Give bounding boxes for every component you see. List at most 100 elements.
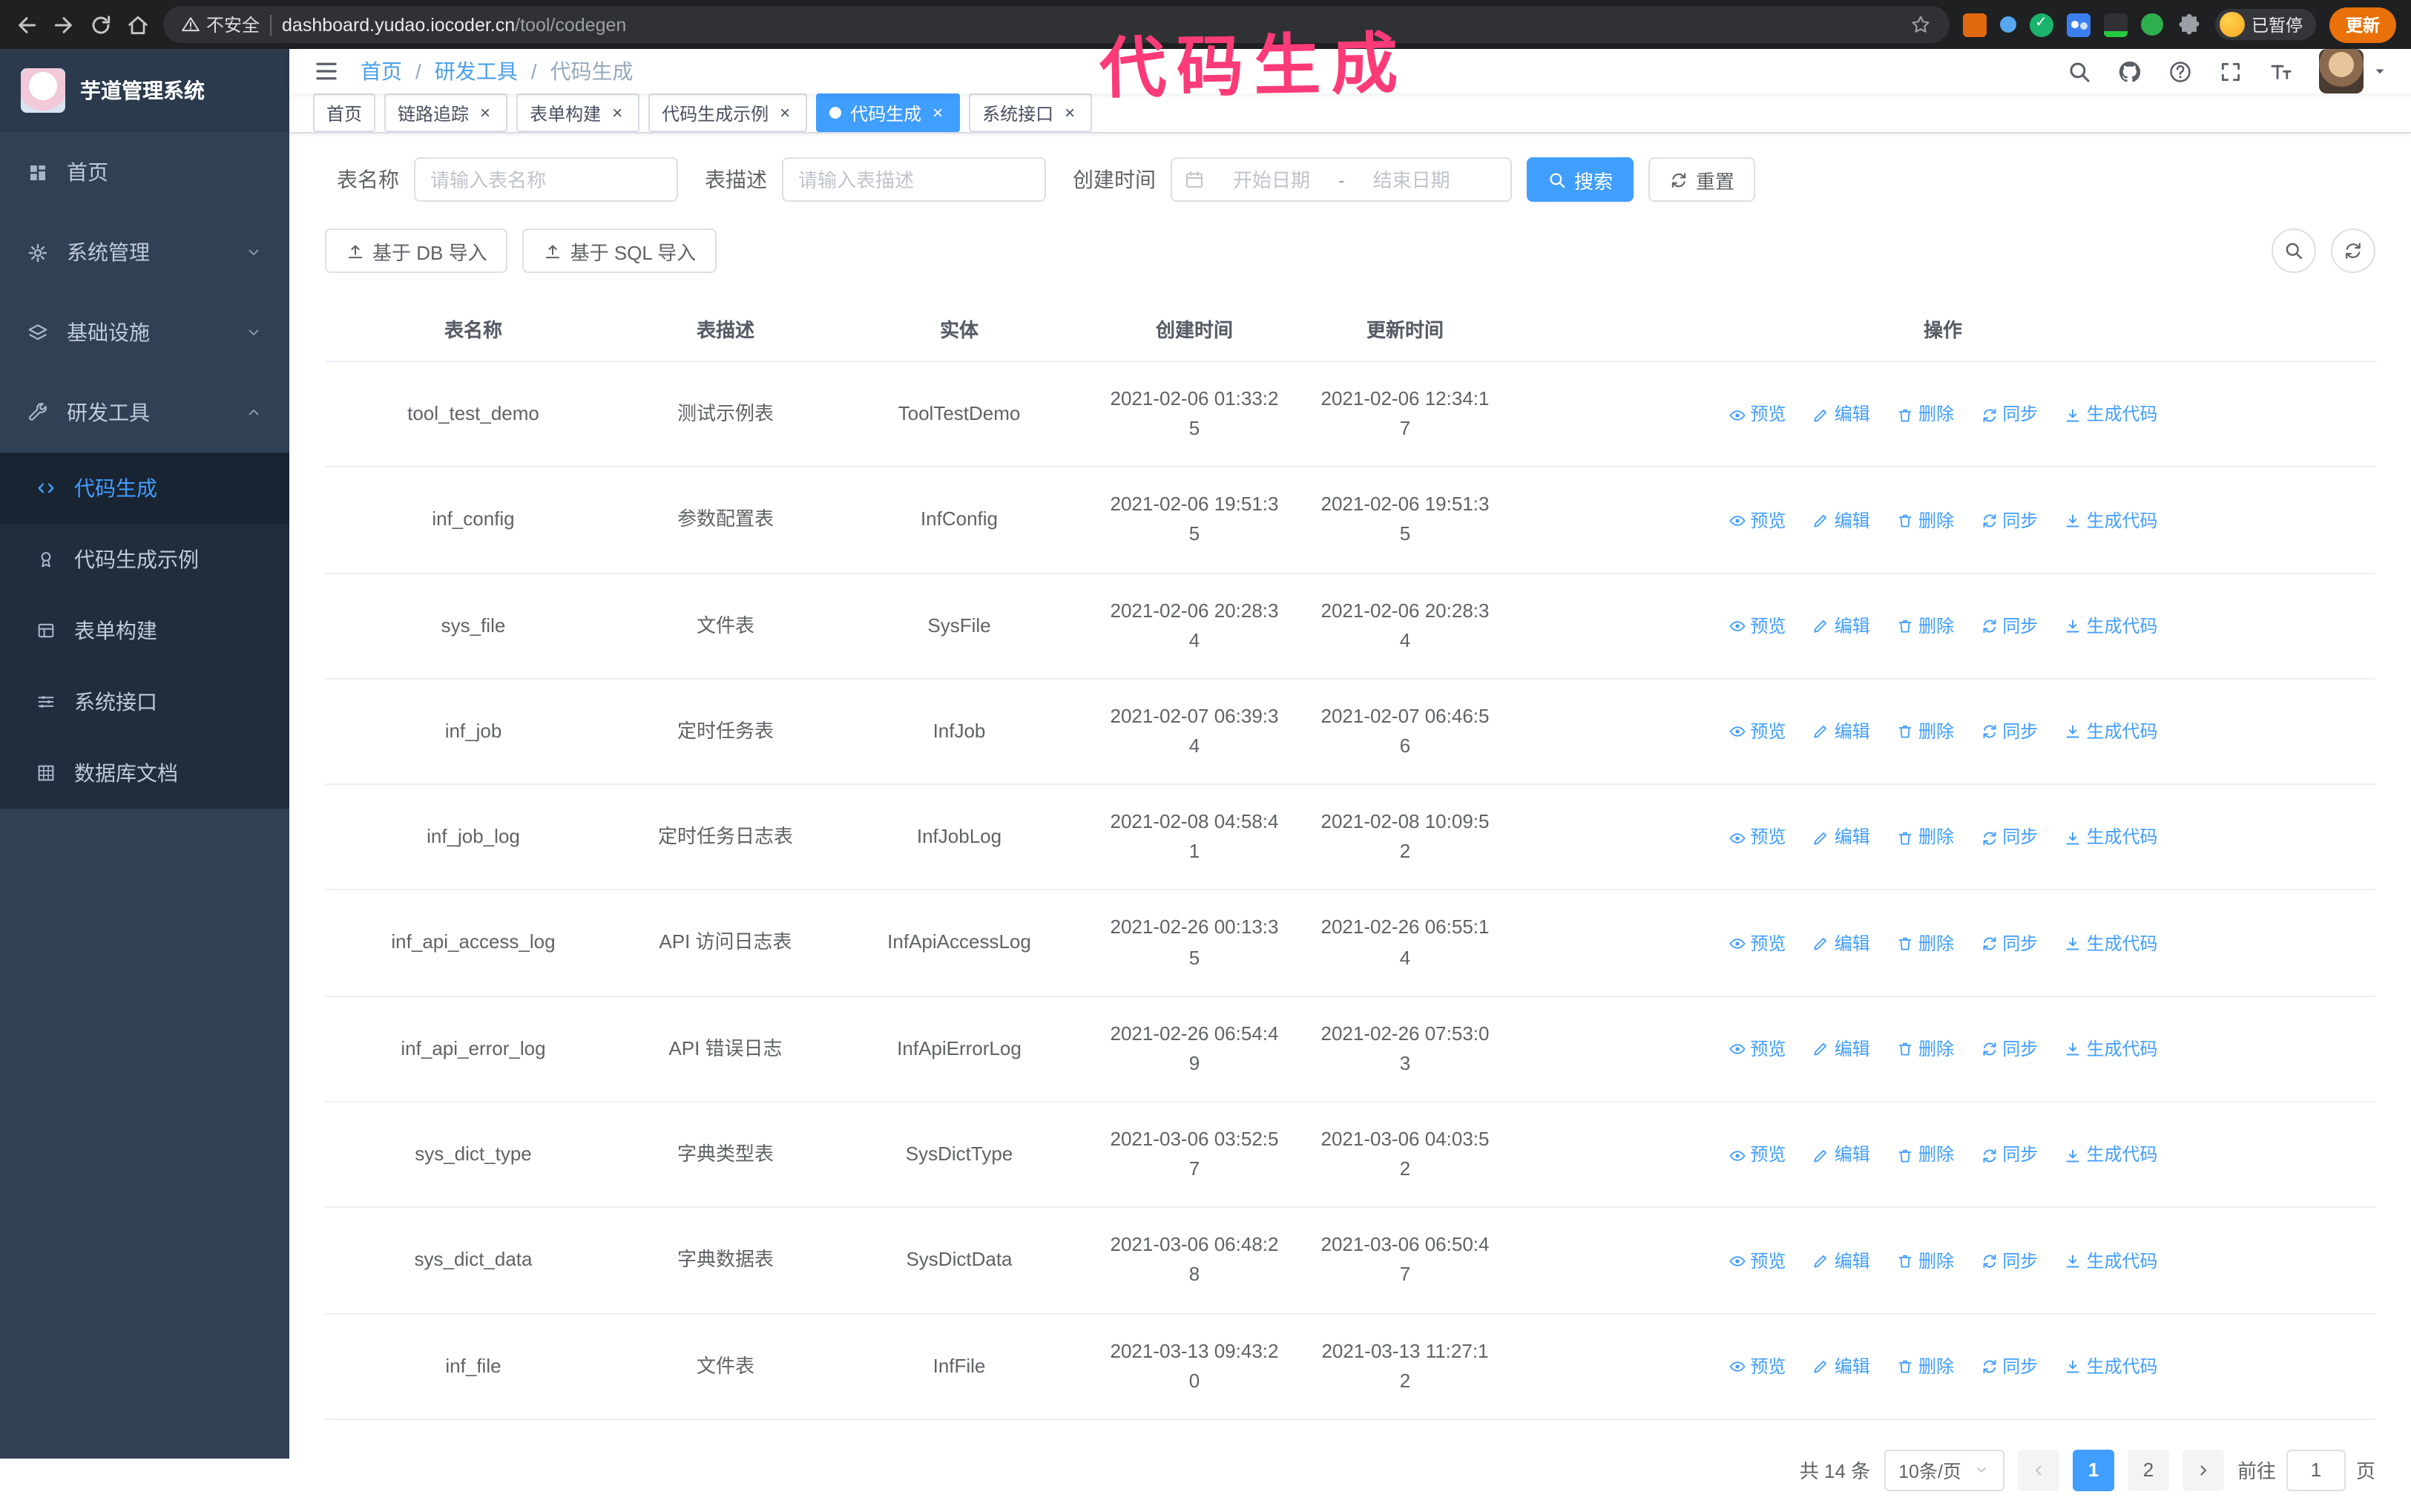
page-button-1[interactable]: 1 [2072,1449,2114,1491]
generate-code-link[interactable]: 生成代码 [2065,1353,2158,1381]
preview-link[interactable]: 预览 [1728,613,1786,640]
search-button[interactable]: 搜索 [1527,157,1634,202]
edit-link[interactable]: 编辑 [1812,1036,1870,1063]
close-icon[interactable] [929,104,947,122]
generate-code-link[interactable]: 生成代码 [2065,401,2158,429]
preview-link[interactable]: 预览 [1728,507,1786,534]
bookmark-star-icon[interactable] [1909,13,1931,36]
date-range-picker[interactable]: - [1171,157,1512,202]
extension-icon-people[interactable] [2066,13,2090,36]
github-icon[interactable] [2117,59,2142,84]
hamburger-icon[interactable] [313,58,340,85]
generate-code-link[interactable]: 生成代码 [2065,1142,2158,1169]
sidebar-item-codegen-example[interactable]: 代码生成示例 [0,524,289,595]
sidebar-item-db-doc[interactable]: 数据库文档 [0,737,289,809]
goto-page-input[interactable] [2286,1449,2346,1491]
extension-icon-blue-dot[interactable] [1999,16,2016,33]
close-icon[interactable] [776,104,794,122]
font-size-icon[interactable] [2269,59,2294,84]
tag-form-builder[interactable]: 表单构建 [516,93,640,132]
preview-link[interactable]: 预览 [1728,1353,1786,1381]
preview-link[interactable]: 预览 [1728,718,1786,746]
sidebar-item-devtools[interactable]: 研发工具 [0,372,289,453]
tag-tracing[interactable]: 链路追踪 [384,93,508,132]
delete-link[interactable]: 删除 [1896,824,1954,852]
generate-code-link[interactable]: 生成代码 [2065,507,2158,534]
delete-link[interactable]: 删除 [1896,1247,1954,1275]
refresh-table-button[interactable] [2331,229,2375,273]
table-name-input[interactable] [414,157,678,202]
fullscreen-icon[interactable] [2218,59,2243,84]
close-icon[interactable] [1061,104,1079,122]
delete-link[interactable]: 删除 [1896,1036,1954,1063]
back-icon[interactable] [15,13,39,36]
sync-link[interactable]: 同步 [1980,1036,2038,1063]
sidebar-item-home[interactable]: 首页 [0,132,289,212]
close-icon[interactable] [608,104,626,122]
home-icon[interactable] [126,13,150,36]
edit-link[interactable]: 编辑 [1812,1353,1870,1381]
sync-link[interactable]: 同步 [1980,1247,2038,1275]
help-icon[interactable] [2168,59,2193,84]
edit-link[interactable]: 编辑 [1812,824,1870,852]
preview-link[interactable]: 预览 [1728,930,1786,957]
edit-link[interactable]: 编辑 [1812,1247,1870,1275]
search-icon[interactable] [2067,59,2092,84]
puzzle-extensions-icon[interactable] [2176,12,2201,37]
preview-link[interactable]: 预览 [1728,1142,1786,1169]
delete-link[interactable]: 删除 [1896,930,1954,957]
prev-page-button[interactable] [2017,1449,2059,1491]
reload-icon[interactable] [89,13,113,36]
edit-link[interactable]: 编辑 [1812,613,1870,640]
sync-link[interactable]: 同步 [1980,1142,2038,1169]
preview-link[interactable]: 预览 [1728,1036,1786,1063]
sync-link[interactable]: 同步 [1980,930,2038,957]
generate-code-link[interactable]: 生成代码 [2065,1247,2158,1275]
sidebar-item-system-api[interactable]: 系统接口 [0,666,289,737]
sync-link[interactable]: 同步 [1980,613,2038,640]
user-menu[interactable] [2319,49,2387,93]
sidebar-item-form-builder[interactable]: 表单构建 [0,595,289,666]
generate-code-link[interactable]: 生成代码 [2065,613,2158,640]
sidebar-item-codegen[interactable]: 代码生成 [0,453,289,524]
edit-link[interactable]: 编辑 [1812,507,1870,534]
edit-link[interactable]: 编辑 [1812,1142,1870,1169]
browser-profile-chip[interactable]: 已暂停 [2214,9,2316,40]
sync-link[interactable]: 同步 [1980,507,2038,534]
tag-codegen-active[interactable]: 代码生成 [816,93,961,132]
start-date-input[interactable] [1211,168,1332,191]
extension-icon-green-check[interactable] [2029,13,2053,36]
delete-link[interactable]: 删除 [1896,1353,1954,1381]
delete-link[interactable]: 删除 [1896,401,1954,429]
sidebar-item-infra[interactable]: 基础设施 [0,292,289,372]
app-logo[interactable]: 芋道管理系统 [0,49,289,132]
sync-link[interactable]: 同步 [1980,824,2038,852]
sync-link[interactable]: 同步 [1980,1353,2038,1381]
tag-codegen-example[interactable]: 代码生成示例 [648,93,808,132]
import-sql-button[interactable]: 基于 SQL 导入 [522,229,717,273]
edit-link[interactable]: 编辑 [1812,718,1870,746]
extension-icon-orange[interactable] [1962,13,1986,36]
next-page-button[interactable] [2182,1449,2224,1491]
page-size-select[interactable]: 10条/页 [1884,1449,2004,1491]
delete-link[interactable]: 删除 [1896,718,1954,746]
breadcrumb-home[interactable]: 首页 [361,56,402,86]
security-indicator[interactable]: 不安全 [181,12,260,37]
table-desc-input[interactable] [782,157,1046,202]
end-date-input[interactable] [1350,168,1473,191]
edit-link[interactable]: 编辑 [1812,401,1870,429]
preview-link[interactable]: 预览 [1728,401,1786,429]
toggle-search-button[interactable] [2272,229,2316,273]
delete-link[interactable]: 删除 [1896,613,1954,640]
preview-link[interactable]: 预览 [1728,824,1786,852]
generate-code-link[interactable]: 生成代码 [2065,930,2158,957]
browser-update-button[interactable]: 更新 [2329,7,2396,42]
sync-link[interactable]: 同步 [1980,718,2038,746]
reset-button[interactable]: 重置 [1648,157,1756,202]
close-icon[interactable] [476,104,494,122]
delete-link[interactable]: 删除 [1896,507,1954,534]
generate-code-link[interactable]: 生成代码 [2065,1036,2158,1063]
edit-link[interactable]: 编辑 [1812,930,1870,957]
tag-system-api[interactable]: 系统接口 [969,93,1093,132]
preview-link[interactable]: 预览 [1728,1247,1786,1275]
